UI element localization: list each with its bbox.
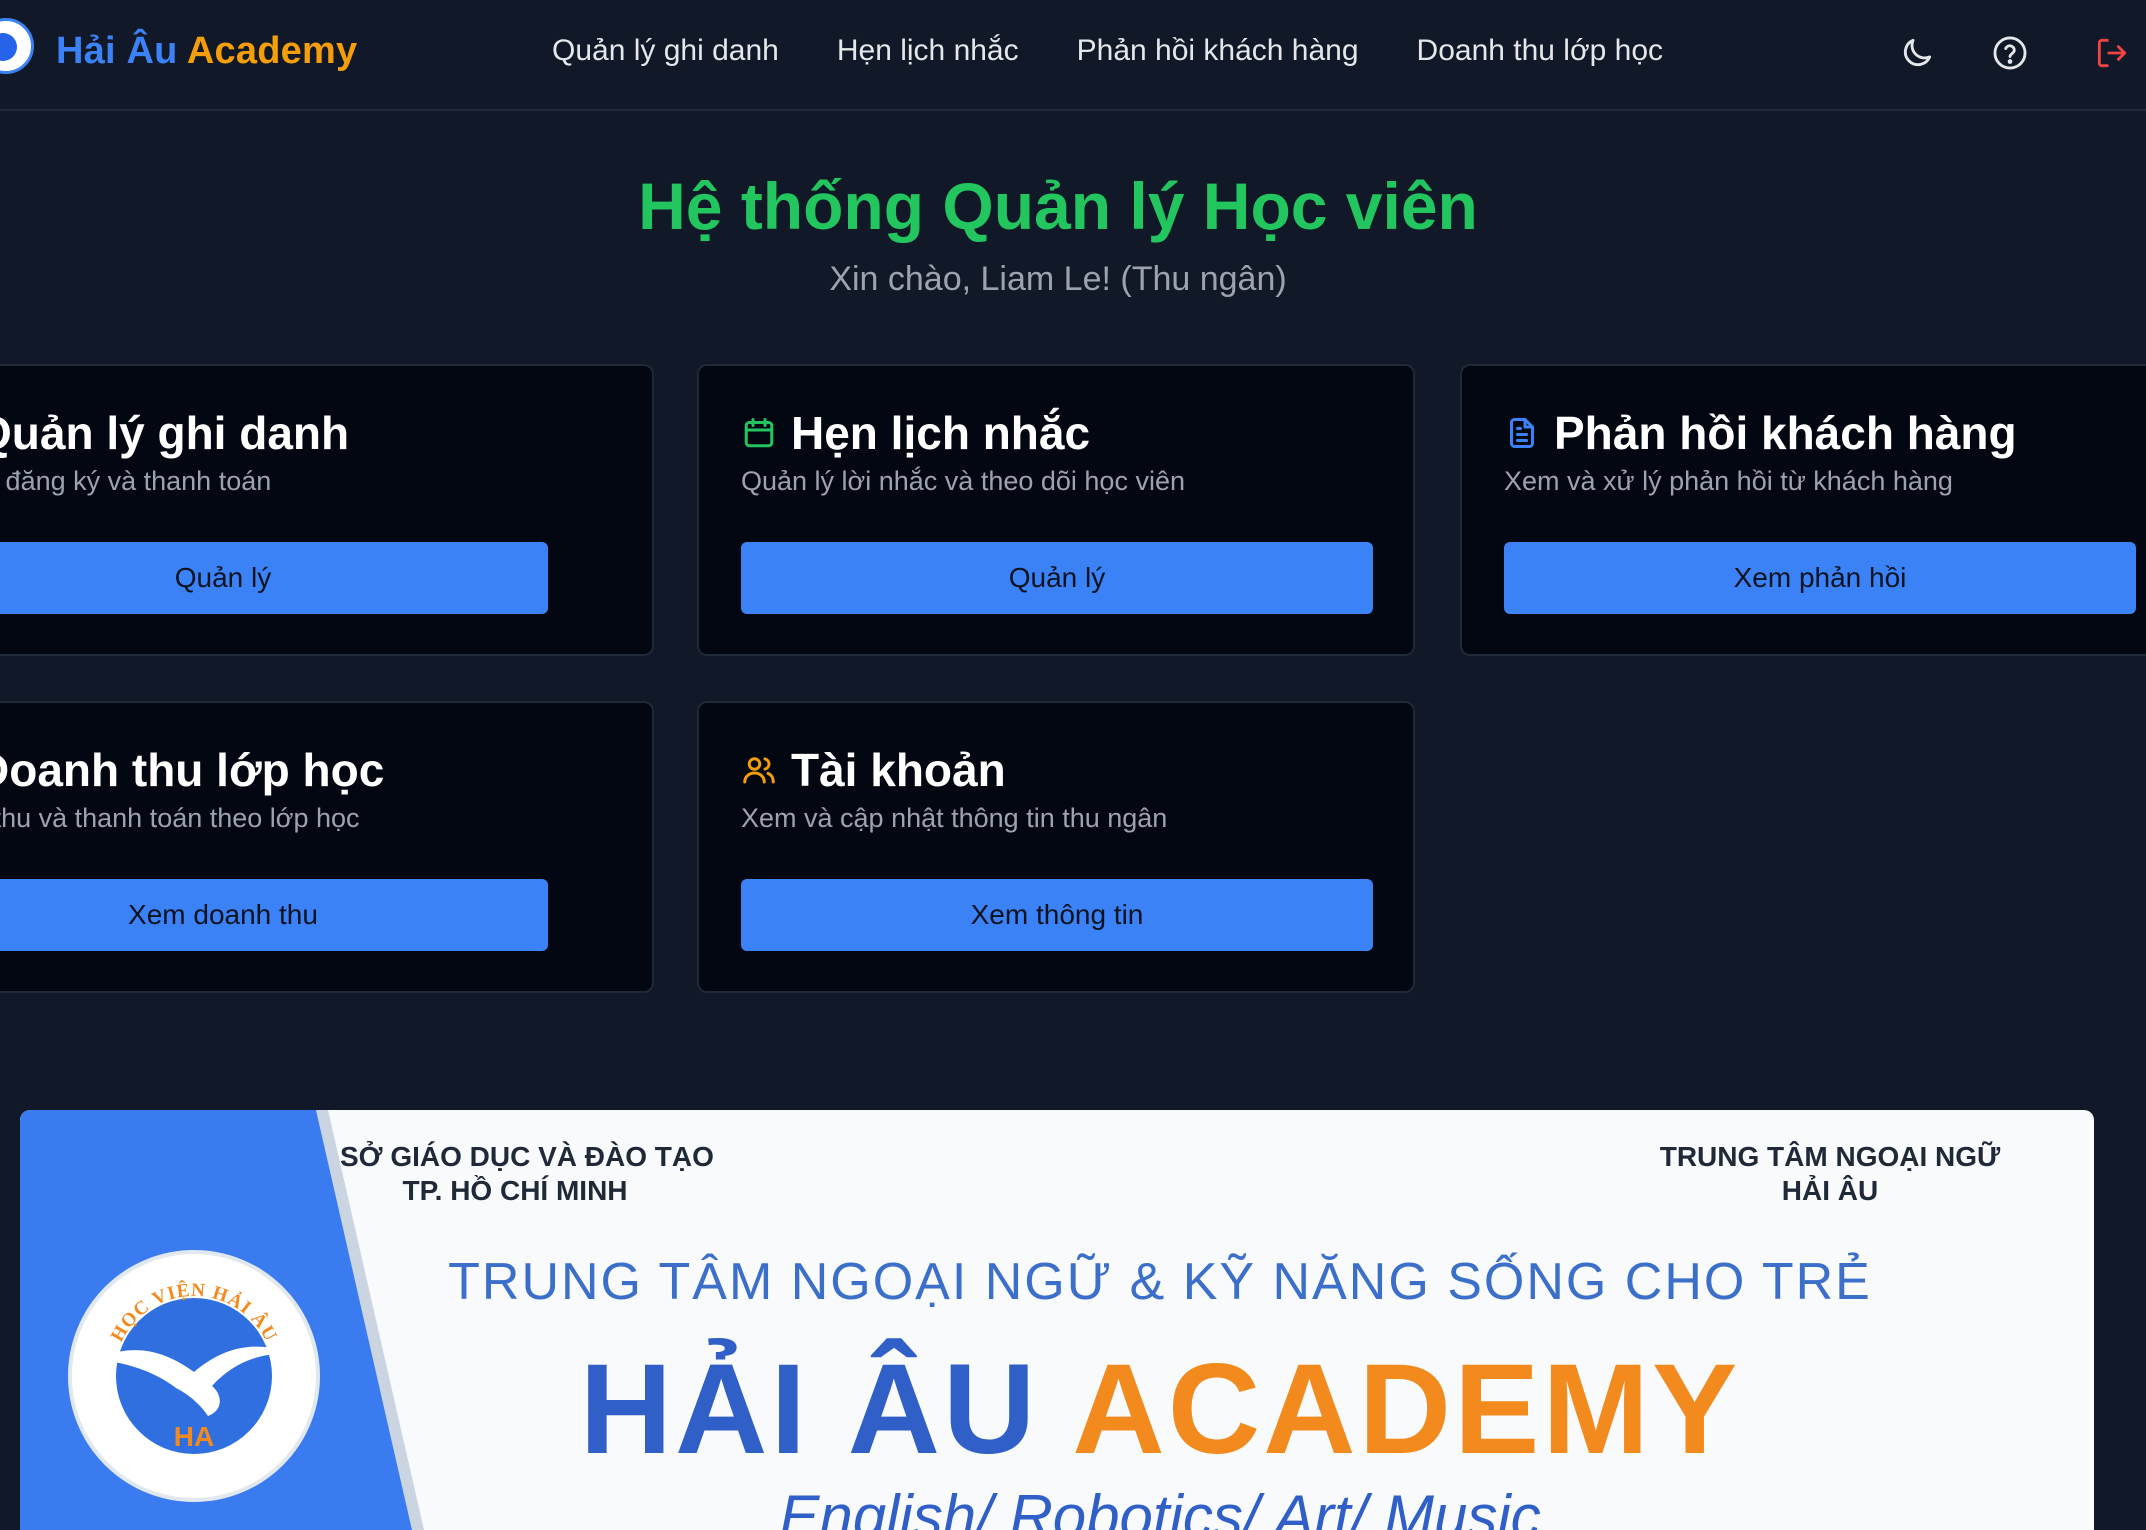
brand-logo[interactable] bbox=[0, 18, 34, 74]
view-feedback-button[interactable]: Xem phản hồi bbox=[1504, 542, 2136, 614]
view-revenue-button[interactable]: Xem doanh thu bbox=[0, 879, 548, 951]
academy-seal-logo: HỌC VIỆN HẢI ÂU HA bbox=[68, 1250, 320, 1502]
manage-enrollment-button[interactable]: Quản lý bbox=[0, 542, 548, 614]
banner-center-line1: TRUNG TÂM NGOẠI NGỮ bbox=[1659, 1141, 2001, 1172]
card-description: oanh thu và thanh toán theo lớp học bbox=[0, 803, 360, 833]
card-reminders: Hẹn lịch nhắc Quản lý lời nhắc và theo d… bbox=[697, 364, 1415, 656]
help-icon[interactable] bbox=[1991, 34, 2029, 72]
banner-center-line2: HẢI ÂU bbox=[1781, 1175, 1879, 1206]
nav-link-revenue[interactable]: Doanh thu lớp học bbox=[1417, 34, 1664, 68]
banner-brand-title: HẢI ÂU ACADEMY bbox=[340, 1336, 1980, 1483]
banner-subtitle: TRUNG TÂM NGOẠI NGỮ & KỸ NĂNG SỐNG CHO T… bbox=[448, 1253, 1872, 1311]
brand-name-part2: Academy bbox=[186, 30, 358, 72]
card-description: Xem và cập nhật thông tin thu ngân bbox=[741, 803, 1168, 833]
card-title: Tài khoản bbox=[741, 743, 1006, 797]
manage-reminders-button[interactable]: Quản lý bbox=[741, 542, 1373, 614]
card-title-text: Hẹn lịch nhắc bbox=[791, 407, 1091, 459]
page-title: Hệ thống Quản lý Học viên bbox=[638, 169, 1478, 243]
card-description: Quản lý lời nhắc và theo dõi học viên bbox=[741, 466, 1185, 496]
users-icon bbox=[741, 752, 777, 788]
card-title-text: Doanh thu lớp học bbox=[0, 744, 385, 796]
card-title-text: Quản lý ghi danh bbox=[0, 407, 350, 459]
card-title: Doanh thu lớp học bbox=[0, 743, 384, 797]
card-account: Tài khoản Xem và cập nhật thông tin thu … bbox=[697, 701, 1415, 993]
greeting-text: Xin chào, Liam Le! (Thu ngân) bbox=[829, 260, 1287, 298]
main-nav: Quản lý ghi danh Hẹn lịch nhắc Phản hồi … bbox=[552, 34, 1663, 68]
card-description: Xem và xử lý phản hồi từ khách hàng bbox=[1504, 466, 1953, 496]
brand-name-part1: Hải Âu bbox=[56, 30, 178, 72]
seagull-icon: HỌC VIỆN HẢI ÂU HA bbox=[96, 1279, 292, 1452]
banner-department-line2: TP. HỒ CHÍ MINH bbox=[402, 1175, 628, 1206]
calendar-icon bbox=[741, 415, 777, 451]
card-enrollment: Quản lý ghi danh uản lý đăng ký và thanh… bbox=[0, 364, 654, 656]
brand-name[interactable]: Hải Âu Academy bbox=[56, 30, 357, 73]
card-feedback: Phản hồi khách hàng Xem và xử lý phản hồ… bbox=[1460, 364, 2146, 656]
banner-brand-part2: ACADEMY bbox=[1072, 1338, 1741, 1481]
view-account-button[interactable]: Xem thông tin bbox=[741, 879, 1373, 951]
nav-link-feedback[interactable]: Phản hồi khách hàng bbox=[1077, 34, 1359, 68]
card-title: Phản hồi khách hàng bbox=[1504, 406, 2017, 460]
card-title-text: Phản hồi khách hàng bbox=[1554, 407, 2017, 459]
card-title: Quản lý ghi danh bbox=[0, 406, 349, 460]
card-title-text: Tài khoản bbox=[791, 744, 1006, 796]
moon-icon[interactable] bbox=[1898, 34, 1936, 72]
document-icon bbox=[1504, 415, 1540, 451]
card-title: Hẹn lịch nhắc bbox=[741, 406, 1090, 460]
svg-text:HA: HA bbox=[174, 1421, 214, 1452]
card-revenue: Doanh thu lớp học oanh thu và thanh toán… bbox=[0, 701, 654, 993]
card-description: uản lý đăng ký và thanh toán bbox=[0, 466, 272, 496]
banner-center-label: TRUNG TÂM NGOẠI NGỮ HẢI ÂU bbox=[1630, 1140, 2030, 1208]
nav-link-reminders[interactable]: Hẹn lịch nhắc bbox=[837, 34, 1019, 68]
banner-courses: English/ Robotics/ Art/ Music bbox=[779, 1483, 1541, 1530]
top-navbar: Hải Âu Academy Quản lý ghi danh Hẹn lịch… bbox=[0, 0, 2146, 111]
banner-department-label: SỞ GIÁO DỤC VÀ ĐÀO TẠO TP. HỒ CHÍ MINH bbox=[340, 1140, 714, 1208]
nav-link-enrollment[interactable]: Quản lý ghi danh bbox=[552, 34, 779, 68]
banner-department-line1: SỞ GIÁO DỤC VÀ ĐÀO TẠO bbox=[340, 1141, 714, 1172]
logout-icon[interactable] bbox=[2093, 34, 2131, 72]
academy-banner: HỌC VIỆN HẢI ÂU HA SỞ GIÁO DỤC VÀ ĐÀO TẠ… bbox=[20, 1110, 2094, 1530]
banner-brand-part1: HẢI ÂU bbox=[579, 1338, 1039, 1481]
svg-text:HỌC VIỆN HẢI ÂU: HỌC VIỆN HẢI ÂU bbox=[107, 1279, 281, 1346]
